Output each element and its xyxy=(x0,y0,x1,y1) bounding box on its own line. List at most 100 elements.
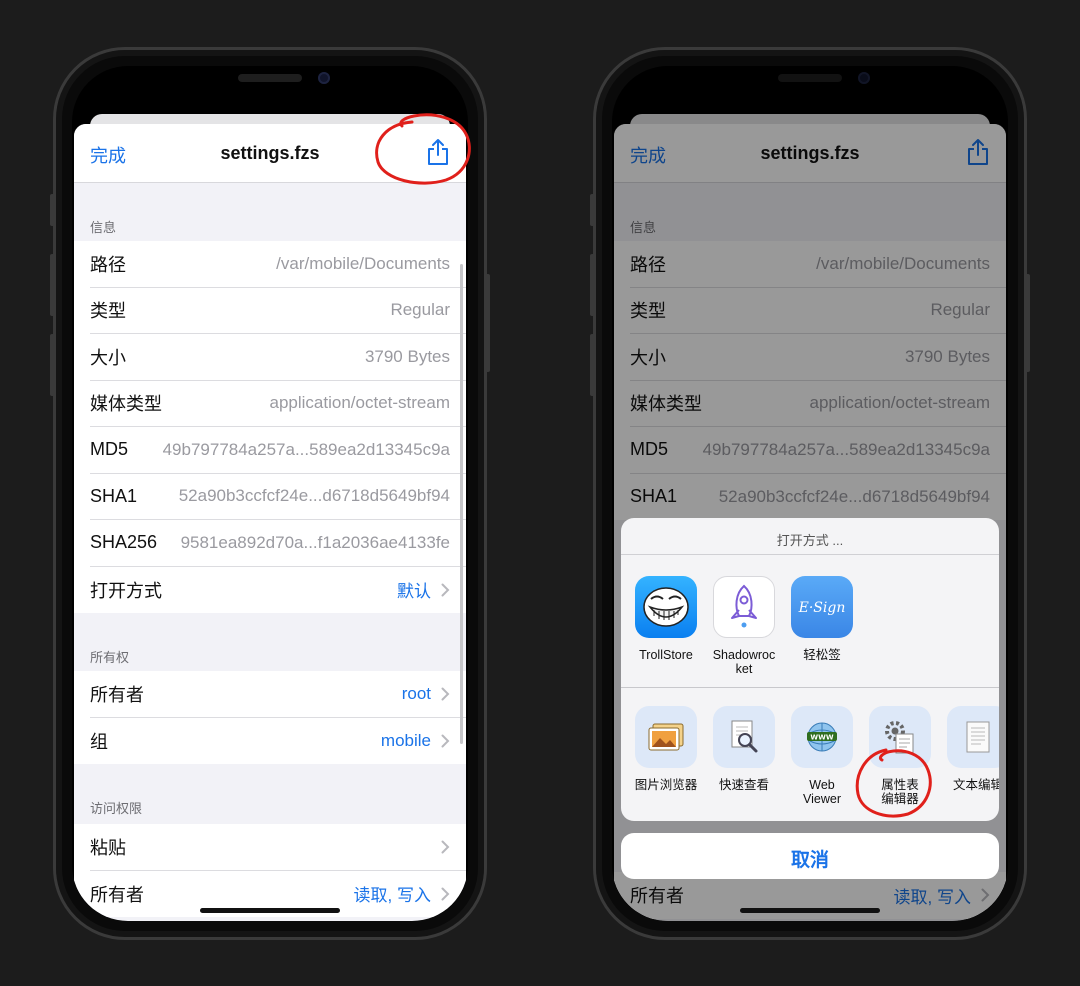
row-group[interactable]: 组 mobile xyxy=(90,718,466,765)
photo-icon xyxy=(635,706,697,768)
row-value: root xyxy=(401,683,431,703)
section-header-permissions: 访问权限 xyxy=(90,801,143,816)
app-label: 图片浏览器 xyxy=(634,778,698,792)
ownership-group: 所有者 root 组 mobile xyxy=(74,671,466,764)
rocket-icon xyxy=(713,576,775,638)
speaker xyxy=(238,74,302,82)
row-sha1[interactable]: SHA1 52a90b3ccfcf24e...d6718d5649bf94 xyxy=(90,474,466,520)
app-esign[interactable]: E·Sign 轻松签 xyxy=(785,576,859,662)
section-header-ownership: 所有权 xyxy=(90,650,130,665)
app-label-line1: Shadowroc xyxy=(712,648,776,662)
app-label: 文本编辑 xyxy=(952,778,999,792)
power-button xyxy=(485,274,490,372)
page-title: settings.fzs xyxy=(220,143,320,163)
permissions-group: 粘贴 所有者 读取, 写入 xyxy=(74,824,466,917)
volume-up-button xyxy=(590,254,595,316)
row-type[interactable]: 类型 Regular xyxy=(90,288,466,334)
row-label: 大小 xyxy=(90,347,126,368)
apps-row: TrollStore Shadowroc ket E·Sign 轻松签 xyxy=(621,555,999,688)
share-icon[interactable] xyxy=(426,138,450,166)
tool-text-editor[interactable]: 文本编辑 xyxy=(941,706,999,792)
row-value: application/octet-stream xyxy=(269,393,450,413)
row-value: 9581ea892d70a...f1a2036ae4133fe xyxy=(180,532,450,552)
row-owner[interactable]: 所有者 root xyxy=(90,671,466,718)
row-label: SHA256 xyxy=(90,532,158,553)
chevron-right-icon xyxy=(441,734,450,748)
app-label-line1: 属性表 xyxy=(881,778,919,792)
row-label: 路径 xyxy=(90,254,126,275)
row-label: 所有者 xyxy=(90,884,144,905)
row-label: 所有者 xyxy=(90,684,144,705)
volume-down-button xyxy=(50,334,55,396)
nav-bar: 完成 settings.fzs xyxy=(74,124,466,183)
app-shadowrocket[interactable]: Shadowroc ket xyxy=(707,576,781,676)
row-media-type[interactable]: 媒体类型 application/octet-stream xyxy=(90,381,466,427)
chevron-right-icon xyxy=(441,583,450,597)
tool-plist-editor[interactable]: 属性表 编辑器 xyxy=(863,706,937,806)
row-label: 组 xyxy=(90,731,108,752)
row-label: 媒体类型 xyxy=(90,394,162,415)
row-value: 3790 Bytes xyxy=(364,346,450,366)
row-value: 默认 xyxy=(397,582,431,602)
volume-up-button xyxy=(50,254,55,316)
row-size[interactable]: 大小 3790 Bytes xyxy=(90,334,466,381)
sheet-title: 打开方式 ... xyxy=(621,518,999,555)
app-trollstore[interactable]: TrollStore xyxy=(629,576,703,662)
file-info-sheet: 完成 settings.fzs 信息 路径 /var/mobile/Docume… xyxy=(74,124,466,921)
app-label: Web Viewer xyxy=(785,778,859,806)
tool-web-viewer[interactable]: WWW Web Viewer xyxy=(785,706,859,806)
chevron-right-icon xyxy=(441,687,450,701)
row-sha256[interactable]: SHA256 9581ea892d70a...f1a2036ae4133fe xyxy=(90,520,466,567)
row-path[interactable]: 路径 /var/mobile/Documents xyxy=(90,241,466,288)
esign-icon: E·Sign xyxy=(791,576,853,638)
globe-icon: WWW xyxy=(791,706,853,768)
row-value: Regular xyxy=(390,300,450,320)
mute-switch xyxy=(50,194,55,226)
row-label: 打开方式 xyxy=(90,580,162,601)
plist-icon xyxy=(869,706,931,768)
text-doc-icon xyxy=(947,706,999,768)
row-open-with[interactable]: 打开方式 默认 xyxy=(90,567,466,614)
tools-row: 图片浏览器 快速查看 WWW Web Viewer 属性表 编辑器 文本编辑 xyxy=(621,688,999,821)
row-value: mobile xyxy=(380,730,431,750)
row-label: 类型 xyxy=(90,301,126,322)
power-button xyxy=(1025,274,1030,372)
row-md5[interactable]: MD5 49b797784a257a...589ea2d13345c9a xyxy=(90,427,466,474)
scroll-indicator xyxy=(460,264,463,744)
cancel-button[interactable]: 取消 xyxy=(621,833,999,879)
chevron-right-icon xyxy=(441,840,450,854)
open-with-sheet: 打开方式 ... TrollStore Shadowroc ket E·Sign… xyxy=(621,518,999,821)
row-value: 49b797784a257a...589ea2d13345c9a xyxy=(162,439,450,459)
app-label: 属性表 编辑器 xyxy=(863,778,937,806)
svg-text:WWW: WWW xyxy=(810,734,833,742)
section-header-info: 信息 xyxy=(90,220,117,235)
app-label-line2: 编辑器 xyxy=(881,792,919,806)
trollface-icon xyxy=(635,576,697,638)
svg-text:E·Sign: E·Sign xyxy=(798,600,846,616)
volume-down-button xyxy=(590,334,595,396)
phone-right: 完成 settings.fzs 信息 路径 /var/mobile/Docume… xyxy=(590,47,1030,940)
app-label: TrollStore xyxy=(639,648,693,662)
app-label: 快速查看 xyxy=(718,778,769,792)
phone-left: 完成 settings.fzs 信息 路径 /var/mobile/Docume… xyxy=(50,47,490,940)
app-label-line2: ket xyxy=(735,662,753,676)
screen: 完成 settings.fzs 信息 路径 /var/mobile/Docume… xyxy=(72,66,468,921)
tool-quick-look[interactable]: 快速查看 xyxy=(707,706,781,792)
chevron-right-icon xyxy=(441,887,450,901)
row-label: MD5 xyxy=(90,439,129,460)
home-indicator[interactable] xyxy=(740,908,880,913)
quicklook-icon xyxy=(713,706,775,768)
row-value: 读取, 写入 xyxy=(353,886,431,906)
tool-photo-browser[interactable]: 图片浏览器 xyxy=(629,706,703,792)
front-camera xyxy=(318,72,330,84)
row-paste[interactable]: 粘贴 xyxy=(90,824,466,871)
row-label: 粘贴 xyxy=(90,837,126,858)
mute-switch xyxy=(590,194,595,226)
app-label: Shadowroc ket xyxy=(707,648,781,676)
app-label: 轻松签 xyxy=(803,648,841,662)
home-indicator[interactable] xyxy=(200,908,340,913)
row-label: SHA1 xyxy=(90,485,138,506)
info-group: 路径 /var/mobile/Documents 类型 Regular 大小 3… xyxy=(74,241,466,613)
row-value: /var/mobile/Documents xyxy=(276,253,450,273)
screen: 完成 settings.fzs 信息 路径 /var/mobile/Docume… xyxy=(612,66,1008,921)
